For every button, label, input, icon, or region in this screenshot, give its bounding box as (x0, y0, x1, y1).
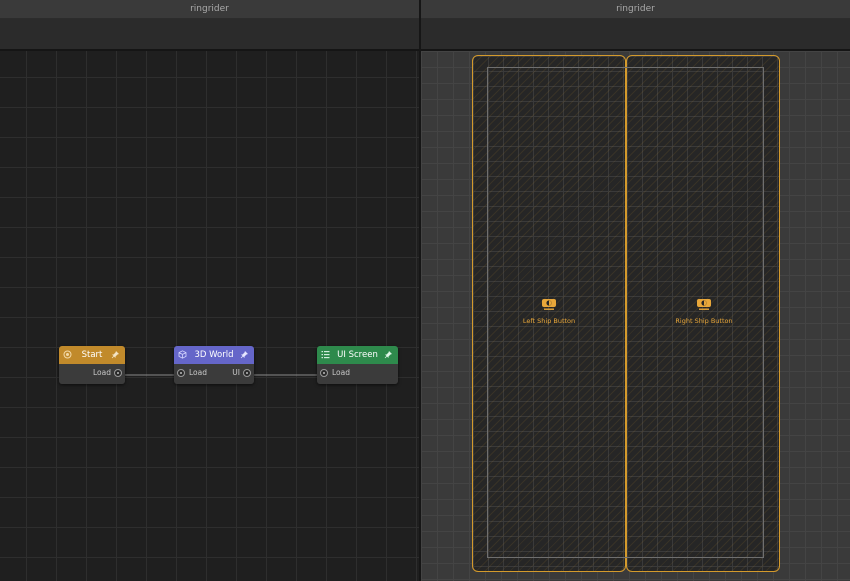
input-port-label: Load (332, 368, 350, 377)
output-port-label: UI (232, 368, 240, 377)
node-start-body: Load (59, 364, 125, 384)
left-ship-button-marker[interactable]: Left Ship Button (521, 298, 577, 325)
node-3d-world-body: Load UI (174, 364, 254, 384)
input-port[interactable] (177, 369, 185, 377)
ship-button-icon (542, 299, 556, 310)
output-port-label: Load (93, 368, 111, 377)
node-ui-screen-header[interactable]: UI Screen (317, 346, 398, 364)
output-port[interactable] (243, 369, 251, 377)
right-ship-button-label: Right Ship Button (675, 317, 733, 325)
pin-icon[interactable] (384, 350, 393, 359)
left-window-titlebar[interactable]: ringrider (0, 0, 419, 19)
node-start[interactable]: Start Load (59, 346, 125, 384)
start-icon (63, 350, 72, 359)
node-3d-world-title: 3D World (194, 350, 234, 360)
node-graph-canvas[interactable]: Start Load 3D World Load UI UI Screen Lo… (0, 51, 419, 581)
left-toolbar (0, 19, 419, 51)
node-start-header[interactable]: Start (59, 346, 125, 364)
left-ship-button-label: Left Ship Button (522, 317, 576, 325)
input-port-label: Load (189, 368, 207, 377)
right-window-title: ringrider (616, 4, 655, 14)
pin-icon[interactable] (240, 350, 249, 359)
node-start-title: Start (81, 350, 103, 360)
node-3d-world-header[interactable]: 3D World (174, 346, 254, 364)
list-icon (321, 350, 330, 359)
node-ui-screen-title: UI Screen (337, 350, 378, 360)
node-ui-screen[interactable]: UI Screen Load (317, 346, 398, 384)
pin-icon[interactable] (111, 350, 120, 359)
ship-button-icon (697, 299, 711, 310)
right-ship-button-marker[interactable]: Right Ship Button (673, 298, 735, 325)
cube-icon (178, 350, 187, 359)
left-ship-button-rect[interactable]: Left Ship Button (472, 55, 626, 572)
graph-connections (120, 374, 322, 376)
right-ship-button-rect[interactable]: Right Ship Button (626, 55, 780, 572)
scene-viewport[interactable]: Left Ship Button Right Ship Button (421, 51, 850, 581)
output-port[interactable] (114, 369, 122, 377)
input-port[interactable] (320, 369, 328, 377)
left-window-title: ringrider (190, 4, 229, 14)
node-ui-screen-body: Load (317, 364, 398, 384)
node-3d-world[interactable]: 3D World Load UI (174, 346, 254, 384)
right-window-titlebar[interactable]: ringrider (421, 0, 850, 19)
right-toolbar (421, 19, 850, 51)
